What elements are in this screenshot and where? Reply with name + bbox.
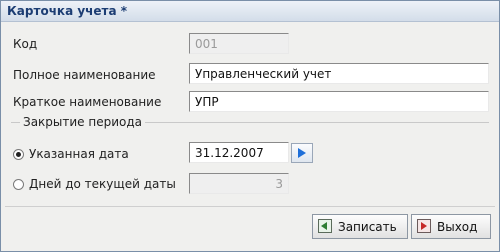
full-name-label: Полное наименование [13, 68, 156, 82]
specified-date-radio[interactable] [13, 149, 24, 160]
period-group-title: Закрытие периода [20, 115, 146, 129]
short-name-label: Краткое наименование [13, 95, 162, 109]
save-icon [318, 219, 332, 233]
days-to-current-radio[interactable] [13, 179, 24, 190]
code-label: Код [13, 37, 38, 51]
exit-button[interactable]: Выход [411, 214, 491, 239]
save-button-label: Записать [338, 220, 397, 234]
date-field[interactable]: 31.12.2007 [189, 142, 289, 163]
days-to-current-label: Дней до текущей даты [29, 177, 176, 191]
exit-button-label: Выход [437, 220, 478, 234]
play-arrow-icon [298, 148, 306, 158]
window-titlebar: Карточка учета * [1, 1, 499, 22]
radio-selected-dot [16, 152, 21, 157]
footer-divider [5, 206, 495, 207]
date-picker-button[interactable] [291, 143, 313, 163]
full-name-field[interactable]: Управленческий учет [189, 63, 489, 84]
exit-icon [417, 219, 431, 233]
window-title: Карточка учета * [7, 4, 128, 18]
days-field[interactable]: 3 [189, 173, 289, 194]
account-card-window: Карточка учета * Код 001 Полное наименов… [0, 0, 500, 252]
save-button[interactable]: Записать [312, 214, 408, 239]
short-name-field[interactable]: УПР [189, 91, 489, 112]
code-field[interactable]: 001 [189, 33, 289, 54]
specified-date-label: Указанная дата [29, 147, 129, 161]
